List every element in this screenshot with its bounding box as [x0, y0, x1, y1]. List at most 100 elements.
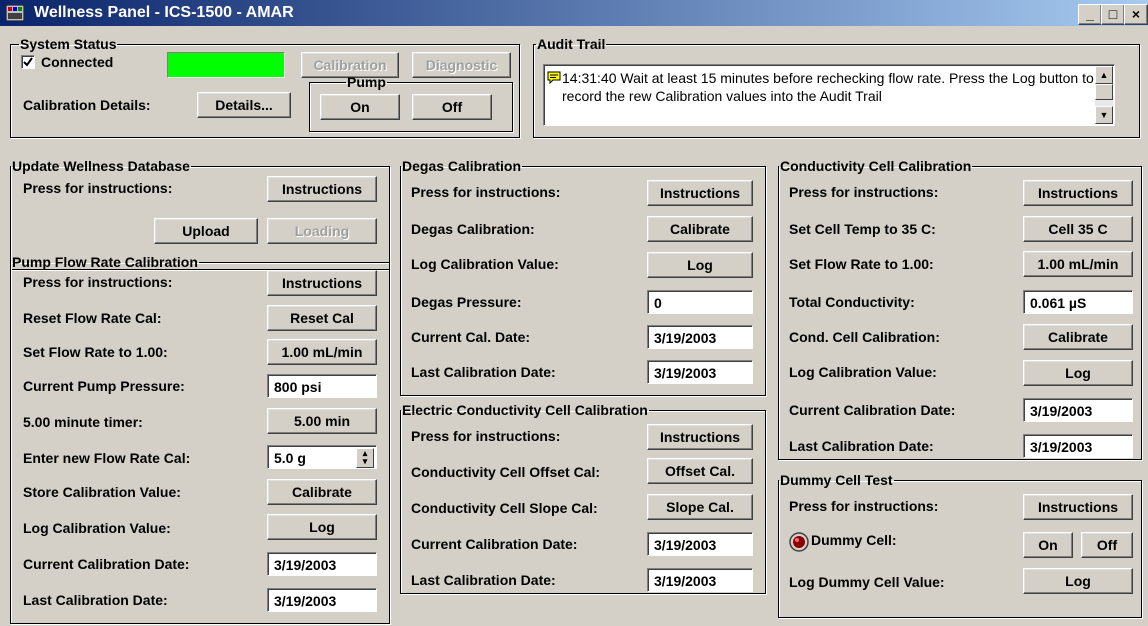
electric-current-date-label: Current Calibration Date:	[411, 536, 578, 552]
pump-current-date-field: 3/19/2003	[267, 552, 377, 576]
cond-set-flow-label: Set Flow Rate to 1.00:	[789, 256, 934, 272]
calibration-details-label: Calibration Details:	[23, 97, 151, 113]
cond-calibrate-button[interactable]: Calibrate	[1023, 324, 1133, 350]
scroll-thumb[interactable]	[1095, 84, 1113, 100]
audit-scrollbar[interactable]: ▲ ▼	[1095, 66, 1113, 124]
pump-log-button[interactable]: Log	[267, 514, 377, 540]
window-title: Wellness Panel - ICS-1500 - AMAR	[34, 4, 294, 21]
cond-calibration-label: Cond. Cell Calibration:	[789, 329, 940, 345]
spinner-icon[interactable]: ▴ ▾	[356, 448, 374, 468]
cond-current-date-label: Current Calibration Date:	[789, 402, 956, 418]
dummy-log-button[interactable]: Log	[1023, 568, 1133, 594]
update-db-instructions-button[interactable]: Instructions	[267, 176, 377, 202]
degas-pressure-label: Degas Pressure:	[411, 294, 522, 310]
slope-cal-button[interactable]: Slope Cal.	[647, 494, 753, 520]
cond-instructions-button[interactable]: Instructions	[1023, 180, 1133, 206]
reset-flow-label: Reset Flow Rate Cal:	[23, 310, 162, 326]
total-conductivity-field: 0.061 µS	[1023, 290, 1133, 314]
connection-status-indicator	[167, 52, 285, 78]
cond-set-flow-button[interactable]: 1.00 mL/min	[1023, 251, 1133, 277]
slope-cal-label: Conductivity Cell Slope Cal:	[411, 500, 598, 516]
system-status-legend: System Status	[20, 36, 117, 52]
degas-last-date-label: Last Calibration Date:	[411, 364, 556, 380]
flow-rate-cal-value: 5.0 g	[274, 450, 306, 466]
degas-legend: Degas Calibration	[402, 158, 522, 174]
degas-instructions-label: Press for instructions:	[411, 184, 561, 200]
timer-button[interactable]: 5.00 min	[267, 408, 377, 434]
electric-last-date-field: 3/19/2003	[647, 568, 753, 592]
details-button[interactable]: Details...	[197, 92, 291, 118]
cond-last-date-label: Last Calibration Date:	[789, 438, 934, 454]
dummy-instructions-button[interactable]: Instructions	[1023, 494, 1133, 520]
check-icon	[21, 55, 35, 70]
offset-cal-button[interactable]: Offset Cal.	[647, 458, 753, 484]
cond-last-date-field: 3/19/2003	[1023, 434, 1133, 458]
cond-log-button[interactable]: Log	[1023, 360, 1133, 386]
dummy-log-label: Log Dummy Cell Value:	[789, 574, 945, 590]
pump-flow-legend: Pump Flow Rate Calibration	[12, 254, 198, 270]
store-cal-label: Store Calibration Value:	[23, 484, 181, 500]
cond-cell-group: Conductivity Cell Calibration Press for …	[778, 158, 1142, 460]
pump-off-button[interactable]: Off	[412, 94, 492, 120]
message-icon	[547, 71, 561, 85]
degas-group: Degas Calibration Press for instructions…	[400, 158, 766, 396]
set-flow-button[interactable]: 1.00 mL/min	[267, 339, 377, 365]
dummy-cell-group: Dummy Cell Test Press for instructions: …	[778, 472, 1142, 618]
maximize-button[interactable]: □	[1101, 4, 1125, 25]
electric-cond-group: Electric Conductivity Cell Calibration P…	[400, 402, 766, 594]
store-calibrate-button[interactable]: Calibrate	[267, 479, 377, 505]
degas-current-date-field: 3/19/2003	[647, 325, 753, 349]
pump-on-button[interactable]: On	[320, 94, 400, 120]
minimize-button[interactable]: _	[1078, 4, 1102, 25]
electric-cond-legend: Electric Conductivity Cell Calibration	[402, 402, 648, 418]
electric-last-date-label: Last Calibration Date:	[411, 572, 556, 588]
audit-trail-legend: Audit Trail	[537, 36, 606, 52]
cond-instructions-label: Press for instructions:	[789, 184, 939, 200]
pump-log-label: Log Calibration Value:	[23, 520, 171, 536]
pump-pressure-field: 800 psi	[267, 374, 377, 398]
title-bar: Wellness Panel - ICS-1500 - AMAR _ □ ×	[0, 0, 1148, 26]
degas-calibrate-button[interactable]: Calibrate	[647, 216, 753, 242]
close-button[interactable]: ×	[1124, 4, 1148, 25]
degas-current-date-label: Current Cal. Date:	[411, 329, 531, 345]
dummy-off-button[interactable]: Off	[1081, 532, 1133, 558]
connected-checkbox[interactable]: Connected	[21, 54, 113, 70]
cond-current-date-field: 3/19/2003	[1023, 398, 1133, 422]
degas-calibration-label: Degas Calibration:	[411, 221, 535, 237]
system-status-group: System Status Connected Calibration Diag…	[10, 36, 520, 138]
degas-instructions-button[interactable]: Instructions	[647, 180, 753, 206]
electric-instructions-label: Press for instructions:	[411, 428, 561, 444]
scroll-down-icon[interactable]: ▼	[1095, 106, 1113, 124]
cell-temp-button[interactable]: Cell 35 C	[1023, 216, 1133, 242]
cell-temp-label: Set Cell Temp to 35 C:	[789, 221, 936, 237]
reset-cal-button[interactable]: Reset Cal	[267, 305, 377, 331]
pump-pressure-label: Current Pump Pressure:	[23, 378, 185, 394]
pump-flow-instructions-label: Press for instructions:	[23, 274, 173, 290]
audit-trail-group: Audit Trail 14:31:40 Wait at least 15 mi…	[533, 36, 1140, 138]
pump-last-date-field: 3/19/2003	[267, 588, 377, 612]
update-db-instructions-label: Press for instructions:	[23, 180, 173, 196]
pump-current-date-label: Current Calibration Date:	[23, 556, 190, 572]
pump-flow-group: Pump Flow Rate Calibration Press for ins…	[10, 254, 390, 624]
enter-cal-label: Enter new Flow Rate Cal:	[23, 450, 191, 466]
app-icon	[6, 5, 24, 21]
degas-log-button[interactable]: Log	[647, 252, 753, 278]
dummy-instructions-label: Press for instructions:	[789, 498, 939, 514]
electric-instructions-button[interactable]: Instructions	[647, 424, 753, 450]
update-db-legend: Update Wellness Database	[12, 158, 190, 174]
pump-legend: Pump	[347, 74, 386, 90]
upload-button[interactable]: Upload	[154, 218, 258, 244]
offset-cal-label: Conductivity Cell Offset Cal:	[411, 464, 601, 480]
cond-log-label: Log Calibration Value:	[789, 364, 937, 380]
dummy-on-button[interactable]: On	[1023, 532, 1073, 558]
scroll-up-icon[interactable]: ▲	[1095, 66, 1113, 84]
degas-log-label: Log Calibration Value:	[411, 256, 559, 272]
set-flow-label: Set Flow Rate to 1.00:	[23, 344, 168, 360]
audit-trail-box[interactable]: 14:31:40 Wait at least 15 minutes before…	[543, 64, 1115, 126]
total-conductivity-label: Total Conductivity:	[789, 294, 915, 310]
pump-flow-instructions-button[interactable]: Instructions	[267, 270, 377, 296]
loading-button[interactable]: Loading	[267, 218, 377, 244]
flow-rate-cal-stepper[interactable]: 5.0 g ▴ ▾	[267, 445, 377, 469]
dummy-cell-legend: Dummy Cell Test	[780, 472, 893, 488]
pump-group: Pump On Off	[309, 74, 513, 132]
